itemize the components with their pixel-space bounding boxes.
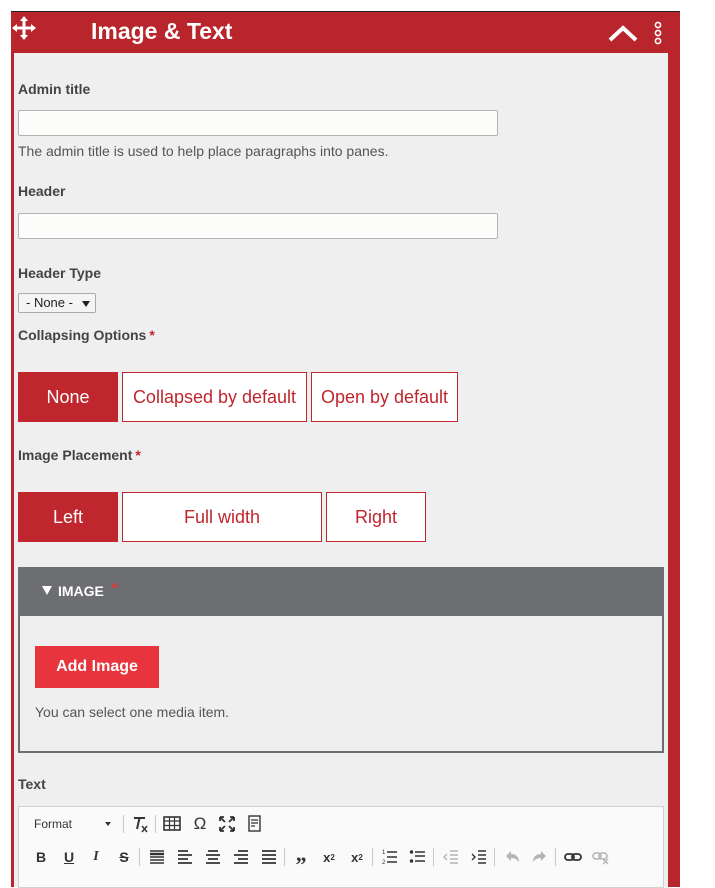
text-editor: Format Ω B U I S ” x 2 x 2 1 2 [18, 806, 664, 888]
text-label: Text [18, 776, 46, 792]
outdent-icon[interactable] [441, 846, 461, 868]
collapsing-options-label: Collapsing Options * [18, 327, 155, 343]
toolbar-separator [284, 848, 285, 866]
expand-triangle-icon [42, 586, 52, 595]
svg-text:1: 1 [382, 850, 386, 856]
chevron-up-icon[interactable] [608, 24, 638, 42]
horizontal-line-icon[interactable] [147, 846, 167, 868]
required-marker: * [112, 580, 118, 597]
toolbar-separator [155, 815, 156, 833]
image-placement-text: Image Placement [18, 447, 133, 463]
collapsing-options-text: Collapsing Options [18, 327, 147, 343]
collapsing-option-none[interactable]: None [18, 372, 118, 422]
special-character-icon[interactable]: Ω [190, 813, 210, 835]
placement-option-full-width[interactable]: Full width [122, 492, 322, 542]
header-type-label: Header Type [18, 265, 101, 281]
editor-toolbar-row-2: B U I S ” x 2 x 2 1 2 [19, 846, 663, 877]
format-dropdown-label: Format [34, 817, 73, 831]
image-field-header[interactable]: IMAGE * [20, 569, 662, 616]
toolbar-separator [494, 848, 495, 866]
toolbar-separator [139, 848, 140, 866]
bulleted-list-icon[interactable] [408, 846, 428, 868]
move-drag-icon[interactable] [12, 16, 36, 40]
header-label: Header [18, 183, 66, 199]
format-dropdown[interactable]: Format [34, 813, 118, 835]
collapsing-option-open[interactable]: Open by default [311, 372, 458, 422]
toolbar-separator [555, 848, 556, 866]
titlebar: Image & Text [11, 12, 680, 52]
admin-title-label: Admin title [18, 81, 91, 97]
superscript-icon[interactable]: x2 [347, 846, 367, 868]
image-field-note: You can select one media item. [35, 704, 230, 720]
align-right-icon[interactable] [231, 846, 251, 868]
required-marker: * [135, 447, 141, 463]
header-type-select[interactable]: - None - [18, 293, 96, 313]
bold-icon[interactable]: B [31, 846, 51, 868]
unlink-icon[interactable] [591, 846, 611, 868]
align-justify-icon[interactable] [259, 846, 279, 868]
editor-toolbar-row-1: Format Ω [19, 813, 663, 841]
table-icon[interactable] [162, 813, 182, 835]
toolbar-separator [123, 815, 124, 833]
window-title: Image & Text [91, 18, 233, 44]
blockquote-icon[interactable]: ” [291, 846, 311, 877]
indent-icon[interactable] [469, 846, 489, 868]
image-field-heading: IMAGE [58, 583, 104, 599]
subscript-icon[interactable]: x2 [319, 846, 339, 868]
strikethrough-icon[interactable]: S [114, 846, 134, 868]
toolbar-separator [372, 848, 373, 866]
placement-option-right[interactable]: Right [326, 492, 426, 542]
placement-option-left[interactable]: Left [18, 492, 118, 542]
form-panel: Admin title The admin title is used to h… [14, 53, 668, 888]
image-placement-label: Image Placement * [18, 447, 141, 463]
maximize-icon[interactable] [217, 813, 237, 835]
header-input[interactable] [18, 213, 498, 239]
link-icon[interactable] [563, 846, 583, 868]
align-left-icon[interactable] [175, 846, 195, 868]
paragraph-frame: Image & Text Admin title The admin title… [11, 11, 680, 888]
underline-icon[interactable]: U [59, 846, 79, 868]
add-image-button[interactable]: Add Image [35, 646, 159, 688]
numbered-list-icon[interactable]: 1 2 [380, 846, 400, 868]
collapsing-option-collapsed[interactable]: Collapsed by default [122, 372, 307, 422]
admin-title-description: The admin title is used to help place pa… [18, 143, 389, 159]
header-type-selected-value: - None - [26, 295, 73, 310]
image-field: IMAGE * Add Image You can select one med… [18, 567, 664, 753]
caret-down-icon [105, 822, 111, 826]
italic-icon[interactable]: I [86, 846, 106, 868]
svg-text:2: 2 [382, 860, 386, 866]
dropdown-arrow-icon [82, 301, 90, 307]
undo-icon[interactable] [502, 846, 522, 868]
required-marker: * [149, 327, 155, 343]
redo-icon[interactable] [530, 846, 550, 868]
source-icon[interactable] [245, 813, 265, 835]
remove-format-icon[interactable] [130, 813, 150, 835]
toolbar-separator [433, 848, 434, 866]
more-options-icon[interactable] [654, 21, 662, 45]
admin-title-input[interactable] [18, 110, 498, 136]
align-center-icon[interactable] [203, 846, 223, 868]
